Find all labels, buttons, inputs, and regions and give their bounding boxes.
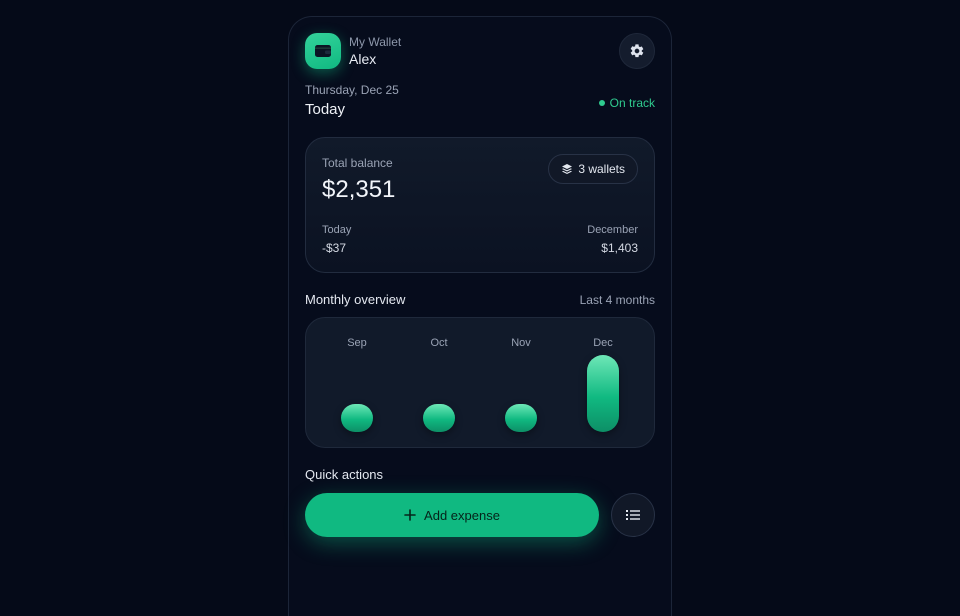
add-expense-button[interactable]: Add expense	[305, 493, 599, 537]
balance-value: $2,351	[322, 176, 396, 203]
bar-nov[interactable]	[505, 404, 537, 432]
wallets-button[interactable]: 3 wallets	[548, 154, 638, 184]
today-value: -$37	[322, 241, 347, 255]
status-dot-icon	[598, 100, 605, 106]
layers-icon	[562, 164, 573, 174]
bar-label: Sep	[347, 337, 367, 349]
bar-column-oct: Oct	[409, 318, 469, 449]
list-icon	[626, 510, 640, 520]
status-badge: On track	[598, 96, 655, 110]
settings-button[interactable]	[619, 33, 655, 69]
bar-label: Oct	[430, 337, 448, 349]
bar-oct[interactable]	[423, 404, 455, 432]
owner-name: Alex	[349, 51, 377, 67]
add-expense-label: Add expense	[424, 507, 500, 523]
wallet-avatar	[305, 33, 341, 69]
wallet-label: My Wallet	[349, 35, 402, 49]
bar-column-nov: Nov	[491, 318, 551, 449]
bar-sep[interactable]	[341, 404, 373, 432]
status-text: On track	[609, 96, 655, 110]
monthly-chart: Sep Oct Nov Dec	[305, 317, 655, 448]
wallet-screen: My Wallet Alex Thursday, Dec 25 Today On…	[288, 16, 672, 616]
month-value: $1,403	[601, 241, 638, 255]
balance-label: Total balance	[322, 156, 393, 170]
bar-dec[interactable]	[587, 355, 619, 432]
bar-label: Dec	[593, 337, 613, 349]
overview-range[interactable]: Last 4 months	[580, 293, 655, 307]
plus-icon	[404, 509, 416, 521]
wallets-count: 3 wallets	[578, 162, 625, 176]
quick-actions-title: Quick actions	[305, 467, 384, 482]
page-title: Today	[305, 101, 346, 118]
bar-column-dec: Dec	[573, 318, 633, 449]
overview-title: Monthly overview	[305, 292, 406, 307]
gear-icon	[630, 44, 644, 58]
list-view-button[interactable]	[611, 493, 655, 537]
current-date: Thursday, Dec 25	[305, 83, 399, 97]
bar-column-sep: Sep	[327, 318, 387, 449]
wallet-icon	[315, 45, 331, 57]
month-label: December	[587, 224, 638, 236]
today-label: Today	[322, 224, 352, 236]
bar-label: Nov	[511, 337, 531, 349]
balance-card: Total balance $2,351 3 wallets Today -$3…	[305, 137, 655, 273]
